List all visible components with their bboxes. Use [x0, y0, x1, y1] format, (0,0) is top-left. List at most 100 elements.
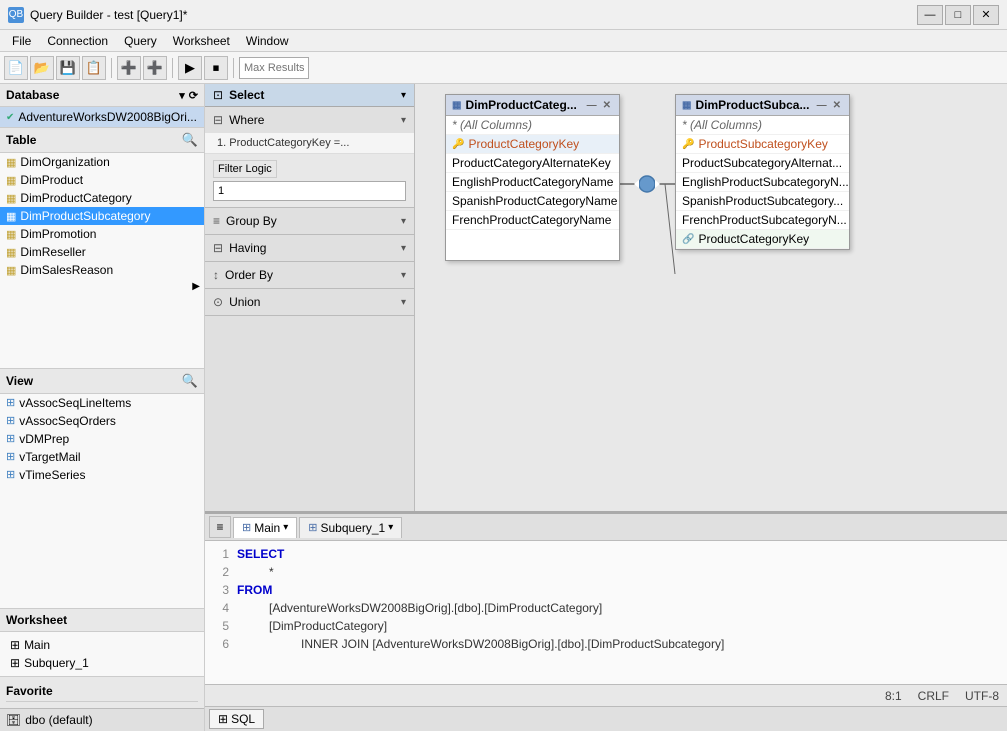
- sql-select-keyword: SELECT: [237, 545, 284, 563]
- filter-logic-input[interactable]: [213, 181, 406, 201]
- subquery-tab-label: Subquery_1: [320, 521, 385, 535]
- close-button[interactable]: ✕: [973, 5, 999, 25]
- card2-row-catkey-fk[interactable]: 🔗 ProductCategoryKey: [676, 230, 849, 249]
- sql-tab[interactable]: ⊞ SQL: [209, 709, 264, 729]
- table-search-icon[interactable]: 🔍: [182, 132, 198, 148]
- view-icon: ⊞: [6, 396, 15, 409]
- tab-main[interactable]: ⊞ Main ▾: [233, 517, 297, 538]
- table-item-dimpromotion[interactable]: ▦ DimPromotion: [0, 225, 204, 243]
- card1-row-french[interactable]: FrenchProductCategoryName: [446, 211, 619, 230]
- view-icon: ⊞: [6, 468, 15, 481]
- db-icon: 🗄: [6, 713, 21, 727]
- menu-file[interactable]: File: [4, 32, 39, 50]
- query-area: ⊡ Select ▾ ⊟ Where ▾ 1. ProductCategoryK…: [205, 84, 1007, 511]
- menu-connection[interactable]: Connection: [39, 32, 116, 50]
- toolbar-open[interactable]: 📂: [30, 56, 54, 80]
- worksheet-item-main[interactable]: ⊞ Main: [6, 636, 198, 654]
- line-ending: CRLF: [918, 689, 949, 703]
- union-header[interactable]: ⊙ Union ▾: [205, 289, 414, 315]
- card2-title: DimProductSubca...: [695, 98, 809, 112]
- card2-row-english[interactable]: EnglishProductSubcategoryN...: [676, 173, 849, 192]
- sql-line-1: 1 SELECT: [209, 545, 1003, 563]
- worksheet-name: Subquery_1: [24, 656, 89, 670]
- where-condition-1[interactable]: 1. ProductCategoryKey =...: [205, 133, 414, 154]
- card1-row-productcategorykey[interactable]: 🔑 ProductCategoryKey: [446, 135, 619, 154]
- db-refresh-btn[interactable]: ⟳: [189, 89, 198, 102]
- menu-window[interactable]: Window: [238, 32, 297, 50]
- toolbar-new[interactable]: 📄: [4, 56, 28, 80]
- worksheet-header: Worksheet: [0, 609, 204, 632]
- groupby-icon: ≡: [213, 214, 220, 228]
- view-icon: ⊞: [6, 450, 15, 463]
- menu-worksheet[interactable]: Worksheet: [165, 32, 238, 50]
- bottom-list-btn[interactable]: ≡: [209, 516, 231, 538]
- table-scroll-right[interactable]: ▶: [192, 281, 200, 292]
- table-name: DimProductSubcategory: [20, 209, 150, 223]
- worksheet-items: ⊞ Main ⊞ Subquery_1: [0, 632, 204, 676]
- card2-min-btn[interactable]: —: [815, 100, 829, 111]
- tab-subquery1[interactable]: ⊞ Subquery_1 ▾: [299, 517, 402, 538]
- table-grid-icon: ▦: [6, 192, 16, 205]
- table-card-2: ▦ DimProductSubca... — ✕ * (All Columns)…: [675, 94, 850, 250]
- table-item-dimproductsubcategory[interactable]: ▦ DimProductSubcategory: [0, 207, 204, 225]
- table-item-dimreseller[interactable]: ▦ DimReseller: [0, 243, 204, 261]
- where-icon: ⊟: [213, 113, 223, 127]
- card1-row-alterkey[interactable]: ProductCategoryAlternateKey: [446, 154, 619, 173]
- toolbar-add-view[interactable]: ➕: [143, 56, 167, 80]
- max-results-input[interactable]: [239, 57, 309, 79]
- database-item[interactable]: ✔ AdventureWorksDW2008BigOri...: [0, 107, 204, 127]
- toolbar-add-table[interactable]: ➕: [117, 56, 141, 80]
- worksheet-item-subquery1[interactable]: ⊞ Subquery_1: [6, 654, 198, 672]
- orderby-header[interactable]: ↕ Order By ▾: [205, 262, 414, 288]
- having-header[interactable]: ⊟ Having ▾: [205, 235, 414, 261]
- table-name: DimProductCategory: [20, 191, 131, 205]
- card2-row-alterkey[interactable]: ProductSubcategoryAlternat...: [676, 154, 849, 173]
- toolbar-save[interactable]: 💾: [56, 56, 80, 80]
- db-dropdown-btn[interactable]: ▾: [179, 89, 185, 102]
- card1-title: DimProductCateg...: [465, 98, 576, 112]
- maximize-button[interactable]: □: [945, 5, 971, 25]
- table-grid-icon: ▦: [6, 246, 16, 259]
- card1-row-english[interactable]: EnglishProductCategoryName: [446, 173, 619, 192]
- sql-line-5: 5 [DimProductCategory]: [209, 617, 1003, 635]
- select-section-header[interactable]: ⊡ Select ▾: [205, 84, 414, 107]
- view-item-vassocseqorders[interactable]: ⊞ vAssocSeqOrders: [0, 412, 204, 430]
- view-item-vdmprep[interactable]: ⊞ vDMPrep: [0, 430, 204, 448]
- minimize-button[interactable]: —: [917, 5, 943, 25]
- sql-line-4: 4 [AdventureWorksDW2008BigOrig].[dbo].[D…: [209, 599, 1003, 617]
- card1-close-btn[interactable]: ✕: [601, 100, 613, 111]
- toolbar-copy[interactable]: 📋: [82, 56, 106, 80]
- card2-all-cols[interactable]: * (All Columns): [676, 116, 849, 135]
- table-item-dimproductcategory[interactable]: ▦ DimProductCategory: [0, 189, 204, 207]
- groupby-header[interactable]: ≡ Group By ▾: [205, 208, 414, 234]
- main-layout: Database ▾ ⟳ ✔ AdventureWorksDW2008BigOr…: [0, 84, 1007, 731]
- title-bar-controls: — □ ✕: [917, 5, 999, 25]
- card2-close-btn[interactable]: ✕: [831, 100, 843, 111]
- toolbar-sep2: [172, 58, 173, 78]
- table-item-dimproduct[interactable]: ▦ DimProduct: [0, 171, 204, 189]
- card1-row-spanish[interactable]: SpanishProductCategoryName: [446, 192, 619, 211]
- card2-row-spanish[interactable]: SpanishProductSubcategory...: [676, 192, 849, 211]
- card1-min-btn[interactable]: —: [585, 100, 599, 111]
- groupby-arrow: ▾: [401, 216, 406, 227]
- menu-query[interactable]: Query: [116, 32, 165, 50]
- card1-all-cols[interactable]: * (All Columns): [446, 116, 619, 135]
- table-item-dimorganization[interactable]: ▦ DimOrganization: [0, 153, 204, 171]
- card2-row-subcatkey[interactable]: 🔑 ProductSubcategoryKey: [676, 135, 849, 154]
- table-item-dimsalesreason[interactable]: ▦ DimSalesReason: [0, 261, 204, 279]
- view-item-vassocseqlineitems[interactable]: ⊞ vAssocSeqLineItems: [0, 394, 204, 412]
- title-bar: QB Query Builder - test [Query1]* — □ ✕: [0, 0, 1007, 30]
- view-search-icon[interactable]: 🔍: [182, 373, 198, 389]
- view-item-vtimeseries[interactable]: ⊞ vTimeSeries: [0, 466, 204, 484]
- toolbar-run[interactable]: ▶: [178, 56, 202, 80]
- view-tree: ⊞ vAssocSeqLineItems ⊞ vAssocSeqOrders ⊞…: [0, 394, 204, 484]
- toolbar-stop[interactable]: ⏹: [204, 56, 228, 80]
- view-name: vDMPrep: [19, 432, 69, 446]
- database-section: Database ▾ ⟳ ✔ AdventureWorksDW2008BigOr…: [0, 84, 204, 128]
- card2-row-french[interactable]: FrenchProductSubcategoryN...: [676, 211, 849, 230]
- union-section: ⊙ Union ▾: [205, 289, 414, 316]
- sql-editor[interactable]: 1 SELECT 2 * 3 FROM 4 [AdventureWorksDW2…: [205, 541, 1007, 684]
- view-item-vtargetmail[interactable]: ⊞ vTargetMail: [0, 448, 204, 466]
- where-header[interactable]: ⊟ Where ▾: [205, 107, 414, 133]
- favorite-header: Favorite: [6, 681, 198, 702]
